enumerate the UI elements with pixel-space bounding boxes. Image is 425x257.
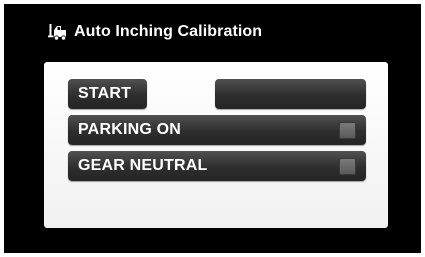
parking-indicator (339, 122, 356, 139)
status-display (215, 79, 366, 109)
gear-neutral-row: GEAR NEUTRAL (68, 151, 366, 181)
forklift-icon (48, 24, 67, 41)
parking-on-row: PARKING ON (68, 115, 366, 145)
gear-neutral-label: GEAR NEUTRAL (78, 157, 208, 174)
screen-title: Auto Inching Calibration (74, 23, 263, 40)
screen-header: Auto Inching Calibration (48, 20, 262, 44)
display-screen: Auto Inching Calibration START PARKING O… (4, 4, 421, 253)
start-button[interactable]: START (68, 79, 147, 109)
start-button-label: START (78, 85, 132, 102)
gear-neutral-indicator (339, 158, 356, 175)
calibration-panel: START PARKING ON GEAR NEUTRAL (44, 62, 388, 228)
parking-on-label: PARKING ON (78, 121, 182, 138)
